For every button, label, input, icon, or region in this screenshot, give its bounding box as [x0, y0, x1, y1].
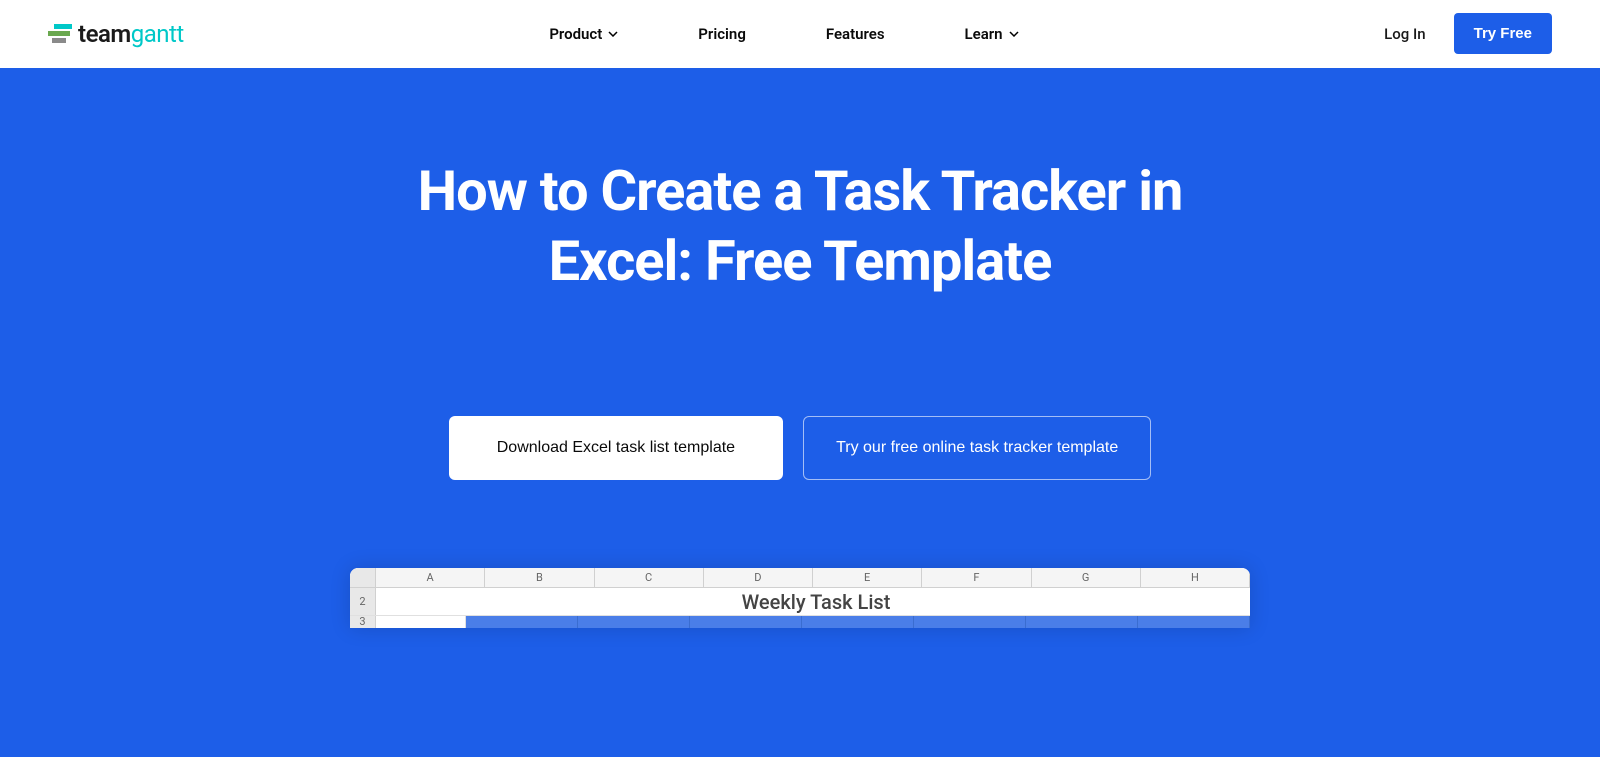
download-template-button[interactable]: Download Excel task list template [449, 416, 783, 480]
nav-learn[interactable]: Learn [965, 25, 1019, 43]
nav-product[interactable]: Product [549, 25, 618, 43]
spreadsheet-header-cell [802, 616, 914, 628]
chevron-down-icon [1009, 29, 1019, 39]
spreadsheet-header-cell [1138, 616, 1250, 628]
spreadsheet-row-3: 3 [350, 616, 1250, 628]
spreadsheet-header-cell [466, 616, 578, 628]
spreadsheet-title-cell: Weekly Task List [376, 588, 1250, 615]
col-header-f: F [922, 568, 1031, 587]
try-online-tracker-button[interactable]: Try our free online task tracker templat… [803, 416, 1151, 480]
col-header-e: E [813, 568, 922, 587]
login-link[interactable]: Log In [1384, 25, 1425, 43]
col-header-d: D [704, 568, 813, 587]
logo-bars-icon [48, 24, 72, 43]
page-title: How to Create a Task Tracker in Excel: F… [350, 156, 1250, 296]
col-header-b: B [485, 568, 594, 587]
row-number: 2 [350, 588, 376, 615]
logo[interactable]: teamgantt [48, 20, 184, 48]
spreadsheet-cell [376, 616, 466, 628]
spreadsheet-header-cell [914, 616, 1026, 628]
main-nav: Product Pricing Features Learn [549, 25, 1018, 43]
spreadsheet-header-cell [578, 616, 690, 628]
nav-features[interactable]: Features [826, 25, 885, 43]
spreadsheet-header-cell [690, 616, 802, 628]
header-actions: Log In Try Free [1384, 13, 1552, 54]
hero-section: How to Create a Task Tracker in Excel: F… [0, 68, 1600, 757]
row-number: 3 [350, 616, 376, 628]
logo-text: teamgantt [78, 20, 184, 48]
spreadsheet-header-cell [1026, 616, 1138, 628]
col-header-a: A [376, 568, 485, 587]
col-header-g: G [1032, 568, 1141, 587]
row-header-corner [350, 568, 376, 587]
spreadsheet-column-headers: A B C D E F G H [350, 568, 1250, 588]
nav-pricing[interactable]: Pricing [698, 25, 746, 43]
spreadsheet-row-2: 2 Weekly Task List [350, 588, 1250, 616]
spreadsheet-preview: A B C D E F G H 2 Weekly Task List 3 [350, 568, 1250, 628]
chevron-down-icon [608, 29, 618, 39]
hero-buttons: Download Excel task list template Try ou… [20, 416, 1580, 480]
try-free-button[interactable]: Try Free [1454, 13, 1552, 54]
col-header-h: H [1141, 568, 1250, 587]
col-header-c: C [595, 568, 704, 587]
main-header: teamgantt Product Pricing Features Learn [0, 0, 1600, 68]
